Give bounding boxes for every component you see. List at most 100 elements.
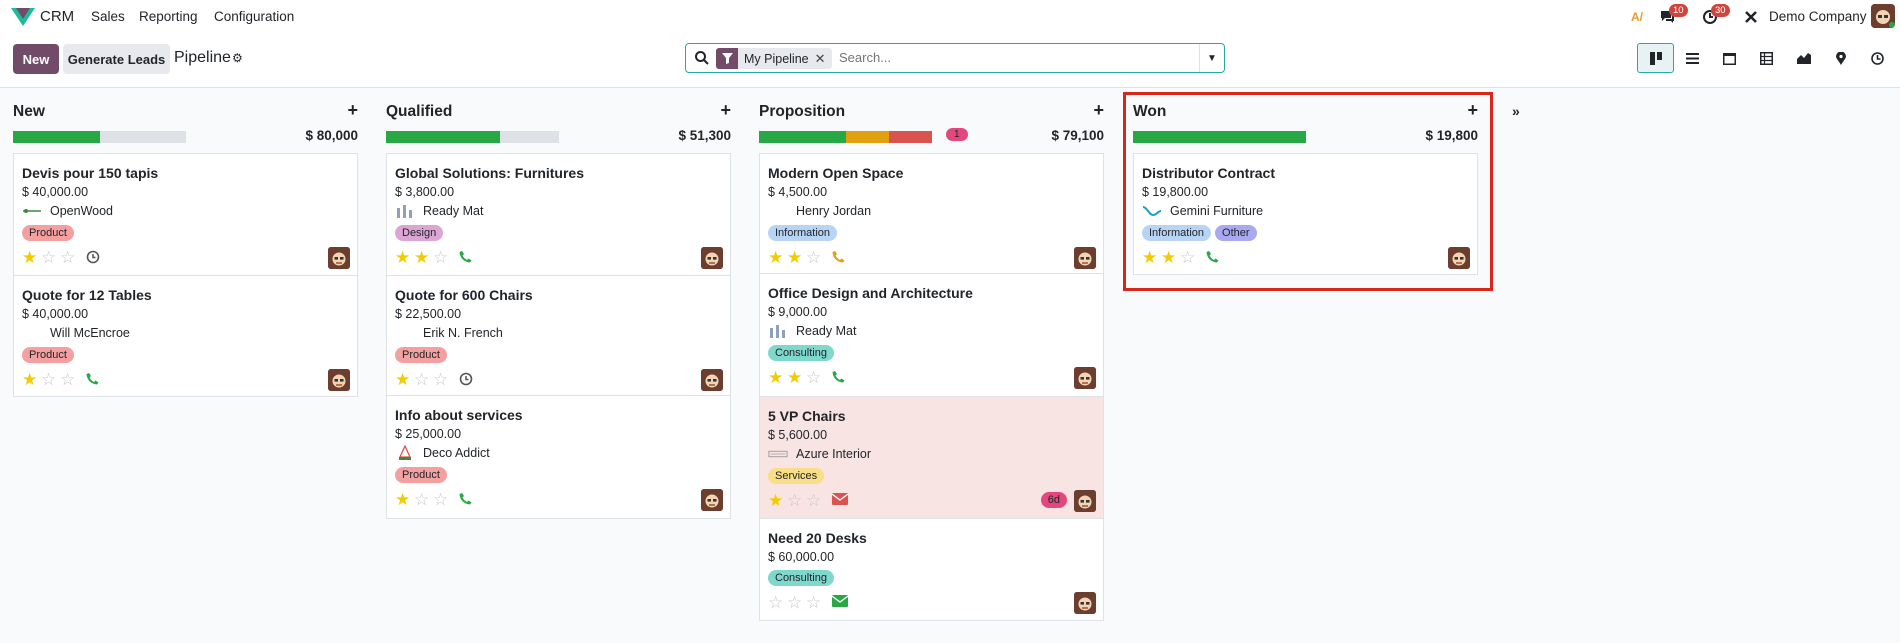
mail-red-activity-icon[interactable] — [831, 493, 849, 508]
menu-configuration[interactable]: Configuration — [214, 9, 294, 24]
calendar-view-icon[interactable] — [1711, 43, 1748, 73]
priority-star-icon[interactable]: ☆ — [433, 371, 451, 388]
priority-star-icon[interactable]: ★ — [395, 249, 413, 266]
kanban-card[interactable]: Quote for 12 Tables $ 40,000.00 Will McE… — [14, 276, 357, 396]
chevron-down-icon[interactable]: ▼ — [1199, 44, 1224, 72]
tag-product: Product — [395, 347, 447, 363]
priority-star-icon[interactable]: ☆ — [41, 371, 59, 388]
priority-star-icon[interactable]: ☆ — [806, 492, 824, 509]
kanban-card[interactable]: Devis pour 150 tapis $ 40,000.00 OpenWoo… — [14, 154, 357, 276]
close-icon[interactable]: ✕ — [815, 51, 832, 67]
priority-star-icon[interactable]: ☆ — [806, 369, 824, 386]
priority-star-icon[interactable]: ☆ — [787, 492, 805, 509]
priority-star-icon[interactable]: ☆ — [60, 371, 78, 388]
kanban-card[interactable]: Info about services $ 25,000.00 Deco Add… — [387, 396, 730, 518]
column-title[interactable]: New — [13, 103, 45, 121]
progress-segment[interactable] — [888, 131, 932, 143]
kanban-card[interactable]: 5 VP Chairs $ 5,600.00 Azure Interior Se… — [760, 397, 1103, 519]
priority-star-icon[interactable]: ☆ — [433, 249, 451, 266]
new-button[interactable]: New — [13, 44, 59, 74]
app-name[interactable]: CRM — [40, 8, 74, 25]
column-title[interactable]: Qualified — [386, 103, 452, 121]
phone-activity-icon[interactable] — [832, 370, 845, 386]
priority-star-icon[interactable]: ★ — [414, 249, 432, 266]
salesperson-avatar[interactable] — [701, 247, 723, 269]
card-tags: Product — [22, 225, 74, 241]
salesperson-avatar[interactable] — [328, 247, 350, 269]
priority-star-icon[interactable]: ★ — [768, 492, 786, 509]
menu-sales[interactable]: Sales — [91, 9, 125, 24]
clock-activity-icon[interactable] — [459, 372, 473, 389]
priority-star-icon[interactable]: ★ — [395, 491, 413, 508]
priority-star-icon[interactable]: ★ — [787, 369, 805, 386]
phone-activity-icon[interactable] — [86, 372, 99, 388]
user-avatar[interactable] — [1871, 4, 1895, 28]
graph-view-icon[interactable] — [1785, 43, 1822, 73]
priority-star-icon[interactable]: ★ — [22, 371, 40, 388]
progress-segment[interactable] — [386, 131, 501, 143]
progress-segment[interactable] — [759, 131, 846, 143]
priority-star-icon[interactable]: ☆ — [60, 249, 78, 266]
priority-star-icon[interactable]: ★ — [22, 249, 40, 266]
ai-icon[interactable]: A/ — [1627, 7, 1647, 27]
salesperson-avatar[interactable] — [1074, 367, 1096, 389]
priority-star-icon[interactable]: ★ — [787, 249, 805, 266]
priority-star-icon[interactable]: ☆ — [414, 491, 432, 508]
search-icon — [695, 51, 709, 65]
priority-star-icon[interactable]: ☆ — [768, 594, 786, 611]
search-input[interactable] — [839, 50, 1179, 65]
priority-star-icon[interactable]: ☆ — [787, 594, 805, 611]
salesperson-avatar[interactable] — [1074, 490, 1096, 512]
mail-green-activity-icon[interactable] — [831, 595, 849, 610]
priority-star-icon[interactable]: ★ — [395, 371, 413, 388]
pivot-view-icon[interactable] — [1748, 43, 1785, 73]
column-count-badge[interactable]: 1 — [946, 128, 968, 141]
late-activity-badge[interactable]: 6d — [1040, 492, 1067, 508]
progress-segment[interactable] — [13, 131, 100, 143]
kanban-view-icon[interactable] — [1637, 43, 1674, 73]
progress-segment[interactable] — [845, 131, 889, 143]
card-amount: $ 40,000.00 — [22, 307, 89, 321]
card-tags: Services — [768, 468, 825, 484]
priority-star-icon[interactable]: ☆ — [414, 371, 432, 388]
salesperson-avatar[interactable] — [328, 369, 350, 391]
kanban-card[interactable]: Office Design and Architecture $ 9,000.0… — [760, 274, 1103, 397]
priority-star-icon[interactable]: ☆ — [41, 249, 59, 266]
list-view-icon[interactable] — [1674, 43, 1711, 73]
tools-icon[interactable] — [1741, 7, 1761, 27]
column-title[interactable]: Proposition — [759, 103, 845, 121]
add-card-icon[interactable]: + — [1093, 100, 1104, 121]
company-switcher[interactable]: Demo Company — [1769, 9, 1867, 24]
phone-orange-activity-icon[interactable] — [832, 250, 845, 266]
kanban-card[interactable]: Modern Open Space $ 4,500.00 Henry Jorda… — [760, 154, 1103, 274]
menu-reporting[interactable]: Reporting — [139, 9, 198, 24]
phone-activity-icon[interactable] — [459, 492, 472, 508]
salesperson-avatar[interactable] — [1074, 592, 1096, 614]
map-view-icon[interactable] — [1822, 43, 1859, 73]
priority-star-icon[interactable]: ☆ — [806, 594, 824, 611]
crm-logo-icon[interactable] — [11, 6, 35, 28]
column-progress-bar[interactable] — [13, 131, 186, 143]
activity-view-icon[interactable] — [1859, 43, 1896, 73]
kanban-card[interactable]: Global Solutions: Furnitures $ 3,800.00 … — [387, 154, 730, 276]
priority-star-icon[interactable]: ★ — [768, 249, 786, 266]
salesperson-avatar[interactable] — [701, 369, 723, 391]
priority-star-icon[interactable]: ☆ — [433, 491, 451, 508]
generate-leads-button[interactable]: Generate Leads — [63, 44, 170, 74]
gear-icon[interactable]: ⚙ — [232, 51, 243, 65]
add-card-icon[interactable]: + — [347, 100, 358, 121]
phone-activity-icon[interactable] — [459, 250, 472, 266]
kanban-card[interactable]: Quote for 600 Chairs $ 22,500.00 Erik N.… — [387, 276, 730, 396]
salesperson-avatar[interactable] — [1074, 247, 1096, 269]
kanban-card[interactable]: Need 20 Desks $ 60,000.00 Consulting ☆ ☆ ☆ — [760, 519, 1103, 620]
column-progress-bar[interactable] — [759, 131, 932, 143]
card-partner-name: Deco Addict — [423, 446, 490, 460]
clock-activity-icon[interactable] — [86, 250, 100, 267]
priority-star-icon[interactable]: ☆ — [806, 249, 824, 266]
card-amount: $ 60,000.00 — [768, 550, 835, 564]
salesperson-avatar[interactable] — [701, 489, 723, 511]
fold-columns-icon[interactable]: » — [1512, 103, 1520, 119]
column-progress-bar[interactable] — [386, 131, 559, 143]
add-card-icon[interactable]: + — [720, 100, 731, 121]
priority-star-icon[interactable]: ★ — [768, 369, 786, 386]
